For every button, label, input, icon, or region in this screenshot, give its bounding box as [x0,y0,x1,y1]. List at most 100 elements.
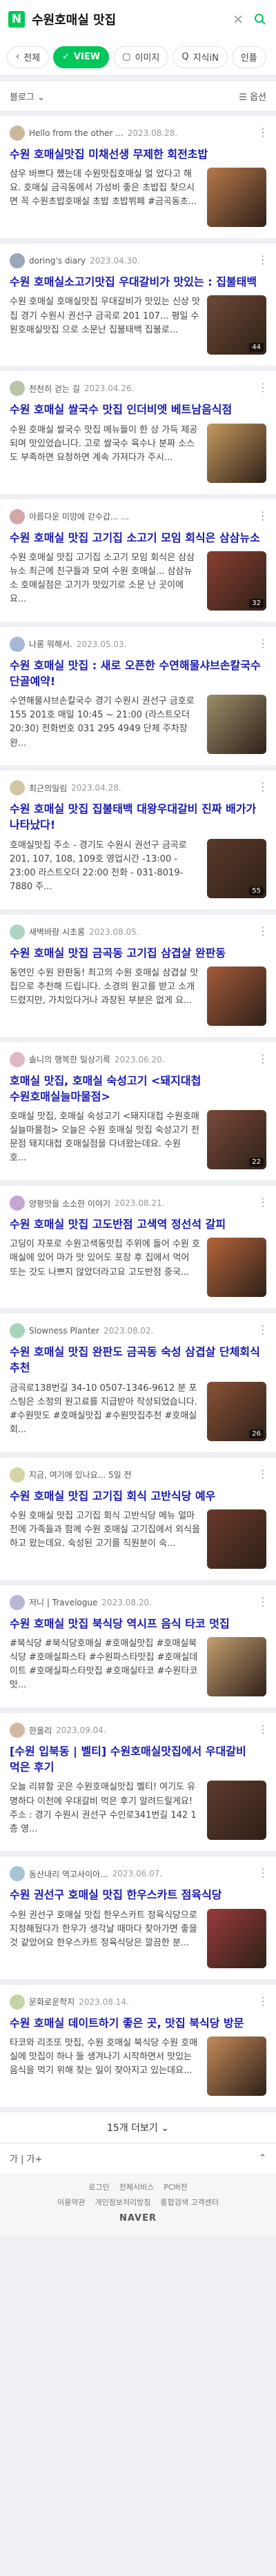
footer-pc-version[interactable]: PC버전 [164,2181,188,2192]
blog-result-card[interactable]: 양평맛을 소소한 이야기 2023.08.21. ⋮ 수원 호매실 맛집 고도반점 고… [0,1180,276,1309]
author-avatar[interactable] [10,126,25,141]
more-options-icon[interactable]: ⋮ [257,1866,268,1879]
post-snippet[interactable]: 호매실맛집 주소 - 경기도 수원시 권선구 금곡로 201, 107, 108… [10,839,200,894]
blog-result-card[interactable]: Hello from the other ... 2023.08.28. ⋮ 수원 호… [0,110,276,239]
blog-result-card[interactable]: 한올리 2023.09.04. ⋮ [수원 입북동 | 벨티] 수원호매실맛집에서 우… [0,1707,276,1852]
author-name[interactable]: 저니 | Travelogue [29,1596,97,1608]
author-avatar[interactable] [10,381,25,397]
more-options-icon[interactable]: ⋮ [257,126,268,139]
author-avatar[interactable] [10,508,25,524]
author-name[interactable]: 천천히 걷는 길 [29,383,80,395]
more-options-icon[interactable]: ⋮ [257,253,268,266]
more-options-icon[interactable]: ⋮ [257,780,268,793]
post-thumbnail[interactable] [207,2036,266,2096]
post-snippet[interactable]: 수원 호매실 맛집 고기집 소고기 모임 회식은 삼삼뉴소 최근에 친구들과 모… [10,551,200,606]
post-thumbnail[interactable] [207,168,266,228]
author-name[interactable]: 솔니의 행복한 일상기록 [29,1053,110,1065]
author-avatar[interactable] [10,1994,25,2010]
post-thumbnail[interactable] [207,423,266,483]
post-thumbnail[interactable] [207,695,266,755]
post-title[interactable]: 수원 호매실 맛집 집불태백 대왕우대갈비 진짜 배가가 나타났다! [10,801,266,833]
blog-result-card[interactable]: Slowness Planter 2023.08.02. ⋮ 수원 호매실 맛집 완판… [0,1308,276,1452]
font-size-control[interactable]: 가 | 가+ [10,2152,42,2165]
footer-login[interactable]: 로그인 [88,2181,109,2192]
more-options-icon[interactable]: ⋮ [257,1723,268,1736]
author-name[interactable]: 최근의일림 [29,782,67,794]
author-name[interactable]: 동산내리 역고사이아... [29,1868,108,1880]
author-name[interactable]: 한올리 [29,1725,52,1736]
post-title[interactable]: 수원 호매실 쌀국수 맛집 인더비엣 베트남음식점 [10,402,266,417]
author-avatar[interactable] [10,253,25,269]
author-name[interactable]: 양평맛을 소소한 이야기 [29,1198,110,1209]
post-thumbnail[interactable] [207,1781,266,1841]
post-title[interactable]: 수원 호매실 맛집 고기집 회식 고반식당 예우 [10,1488,266,1504]
more-options-icon[interactable]: ⋮ [257,1994,268,2008]
tab-kin[interactable]: Q 지식iN [172,46,228,68]
post-thumbnail[interactable]: 32 [207,551,266,611]
footer-terms[interactable]: 이용약관 [57,2197,85,2208]
search-query[interactable]: 수원호매실 맛집 [32,10,224,28]
author-avatar[interactable] [10,1866,25,1882]
post-title[interactable]: 수원 호매실 맛집 고도반점 고색역 정선석 갈피 [10,1216,266,1232]
post-snippet[interactable]: 수원 호매실 쌀국수 맛집 메뉴들이 한 상 가득 제공 되며 맛있었습니다. … [10,424,200,479]
blog-result-card[interactable]: 저니 | Travelogue 2023.08.20. ⋮ 수원 호매실 맛집 북식당… [0,1579,276,1707]
blog-result-card[interactable]: 동산내리 역고사이아... 2023.06.07. ⋮ 수원 권선구 호매실 맛집 한… [0,1851,276,1979]
post-snippet[interactable]: 동연인 수원 완판동! 최고의 수원 호매실 삼겹살 맛집으로 추천해 드립니다… [10,967,200,1022]
search-icon[interactable] [253,12,268,27]
blog-result-card[interactable]: 문화로운학지 2023.08.14. ⋮ 수원 호매실 데이트하기 좋은 곳, 맛집 … [0,1979,276,2107]
post-title[interactable]: 수원 호매실 맛집 고기집 소고기 모임 회식은 삼삼뉴소 [10,530,266,546]
author-avatar[interactable] [10,924,25,940]
post-snippet[interactable]: 수원 권선구 호매실 맛집 한우스카트 정육식당으로 지정해뒀다가 한우가 생각… [10,1909,200,1964]
post-thumbnail[interactable] [207,1637,266,1696]
post-thumbnail[interactable]: 55 [207,838,266,898]
tab-all[interactable]: ‹ 전체 [7,46,50,68]
load-more-button[interactable]: 15개 더보기 ⌄ [0,2106,276,2143]
tab-image[interactable]: ▢ 이미지 [113,46,169,68]
naver-logo[interactable]: N [8,11,25,28]
post-snippet[interactable]: 수원 호매실 맛집 고기집 회식 고반식당 메뉴 얼마 전에 가족들과 함께 수… [10,1509,200,1565]
blog-result-card[interactable]: doring's diary 2023.04.30. ⋮ 수원 호매실소고기맛집 우대… [0,238,276,366]
post-title[interactable]: 수원 호매실 맛집 : 새로 오픈한 수연해물샤브손칼국수 단골예약! [10,657,266,689]
blog-result-card[interactable]: 솔니의 행복한 일상기록 2023.06.20. ⋮ 호매실 맛집, 호매실 숙성고기… [0,1036,276,1181]
author-name[interactable]: 나롱 뭐해서. [29,638,72,650]
blog-result-card[interactable]: 지금, 여기에 있나요... 5일 전 ⋮ 수원 호매실 맛집 고기집 회식 고반식… [0,1452,276,1580]
post-snippet[interactable]: 수원 호매실 호매실맛집 우대갈비가 맛있는 신상 맛집 경기 수원시 권선구 … [10,295,200,350]
post-snippet[interactable]: 오늘 리뷰할 곳은 수원호매실맛집 벨티! 여기도 유명하다 이천에 우대갈비 … [10,1781,200,1836]
author-avatar[interactable] [10,1723,25,1738]
more-options-icon[interactable]: ⋮ [257,1467,268,1480]
post-snippet[interactable]: 호매실 맛집, 호매실 숙성고기 <돼지대첩 수원호매실늘마물점> 오늘은 수원… [10,1110,200,1165]
author-name[interactable]: 문화로운학지 [29,1996,75,2008]
more-options-icon[interactable]: ⋮ [257,1595,268,1608]
post-title[interactable]: 수원 호매실맛집 미채선생 무제한 회전초밥 [10,146,266,162]
font-small[interactable]: 가 [10,2154,18,2165]
post-thumbnail[interactable] [207,1238,266,1298]
close-icon[interactable] [230,12,246,27]
post-snippet[interactable]: 수연해물샤브손칼국수 경기 수원시 권선구 금호로 155 201호 매일 10… [10,695,200,750]
post-snippet[interactable]: 금곡로138번길 34-10 0507-1346-9612 분 포스팅은 소정의… [10,1382,200,1437]
blog-filter[interactable]: 블로그 ⌄ [10,90,45,103]
footer-all-services[interactable]: 전체서비스 [119,2181,155,2192]
post-thumbnail[interactable]: 44 [207,295,266,355]
author-name[interactable]: Hello from the other ... [29,128,124,138]
more-options-icon[interactable]: ⋮ [257,1196,268,1209]
more-options-icon[interactable]: ⋮ [257,1052,268,1065]
post-title[interactable]: 수원 권선구 호매실 맛집 한우스카트 점육식당 [10,1887,266,1903]
post-thumbnail[interactable]: 26 [207,1381,266,1441]
more-options-icon[interactable]: ⋮ [257,924,268,938]
blog-result-card[interactable]: 아름다운 미망에 갇수갑... 여름 ⋮ 수원 호매실 맛집 고기집 소고기 모임 … [0,493,276,622]
post-title[interactable]: 수원 호매실 맛집 북식당 역시프 음식 타코 멋집 [10,1616,266,1632]
author-avatar[interactable] [10,780,25,796]
more-options-icon[interactable]: ⋮ [257,637,268,650]
author-avatar[interactable] [10,1594,25,1610]
more-options-icon[interactable]: ⋮ [257,1323,268,1336]
post-thumbnail[interactable]: 22 [207,1110,266,1170]
more-options-icon[interactable]: ⋮ [257,509,268,522]
post-thumbnail[interactable] [207,1509,266,1569]
post-thumbnail[interactable] [207,1908,266,1968]
post-title[interactable]: [수원 입북동 | 벨티] 수원호매실맛집에서 우대갈비 먹은 후기 [10,1743,266,1775]
blog-result-card[interactable]: 최근의일림 2023.04.28. ⋮ 수원 호매실 맛집 집불태백 대왕우대갈비 진… [0,765,276,909]
post-title[interactable]: 호매실 맛집, 호매실 숙성고기 <돼지대첩 수원호매실늘마물점> [10,1073,266,1104]
blog-result-card[interactable]: 나롱 뭐해서. 2023.05.03. ⋮ 수원 호매실 맛집 : 새로 오픈한 수연… [0,621,276,766]
author-name[interactable]: 지금, 여기에 있나요... 5일 전 [29,1469,132,1480]
post-snippet[interactable]: 삼우 바쁘다 했는데 수원맛집호매실 얼 었다고 해요. 호매실 금곡동에서 가… [10,168,200,223]
